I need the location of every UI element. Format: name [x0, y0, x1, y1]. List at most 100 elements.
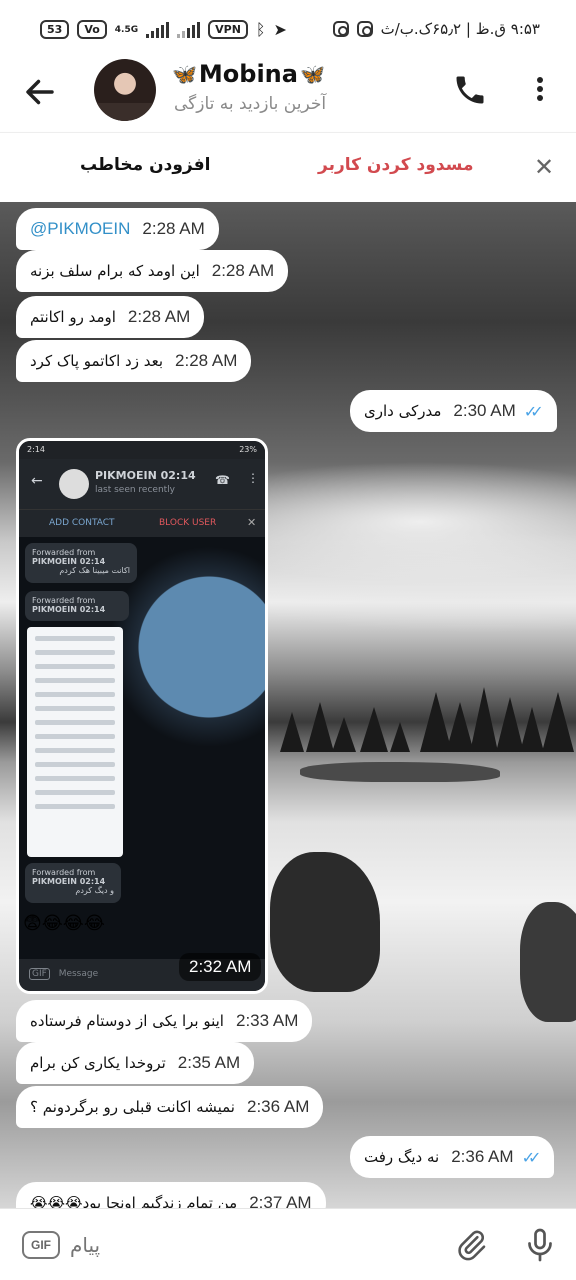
butterfly-icon: 🦋	[172, 62, 197, 86]
message-text: من تمام زندگیم اونجا بود😭😭😭	[30, 1194, 238, 1208]
message-bubble-incoming[interactable]: اینو برا یکی از دوستام فرستاده 2:33 AM	[16, 1000, 313, 1042]
message-bubble-outgoing[interactable]: مدرکی داری 2:30 AM ✓✓	[350, 390, 557, 432]
message-bubble-incoming[interactable]: این اومد که برام سلف بزنه 2:28 AM	[16, 250, 289, 292]
message-text: نمیشه اکانت قبلی رو برگردونم ؟	[30, 1098, 235, 1116]
message-time: 2:33 AM	[235, 1011, 299, 1030]
contact-name[interactable]: 🦋 Mobina 🦋	[172, 60, 325, 88]
message-bubble-incoming[interactable]: نمیشه اکانت قبلی رو برگردونم ؟ 2:36 AM	[16, 1086, 324, 1128]
signal-icon	[146, 21, 170, 38]
message-time: 2:37 AM	[249, 1193, 312, 1208]
message-time: 2:30 AM	[453, 401, 516, 420]
back-arrow-icon[interactable]	[22, 74, 58, 110]
inner-close-icon: ✕	[247, 516, 257, 529]
inner-action-bar: ADD CONTACT BLOCK USER ✕	[19, 509, 265, 537]
more-menu-icon[interactable]	[530, 74, 550, 106]
status-clock: ۹:۵۳ ق.ظ | ۶۵٫۲ک.ب/ث	[380, 20, 540, 38]
inner-phone-icon: ☎	[215, 473, 230, 487]
status-bar: 53 Vo 4.5G VPN ᛒ ➤ ۹:۵۳ ق.ظ | ۶۵٫۲ک.ب/ث	[0, 0, 576, 58]
add-contact-button[interactable]: افزودن مخاطب	[80, 155, 210, 175]
read-checks-icon: ✓✓	[521, 1147, 542, 1167]
message-bubble-incoming[interactable]: بعد زد اکاتمو پاک کرد 2:28 AM	[16, 340, 252, 382]
signal-2-icon	[177, 21, 201, 38]
photo-message[interactable]: 2:14 23% ← PIKMOEIN 02:14 last seen rece…	[16, 438, 268, 994]
microphone-icon[interactable]	[522, 1225, 558, 1265]
message-time: 2:28 AM	[127, 307, 191, 326]
inner-contact-name: PIKMOEIN 02:14	[95, 469, 196, 482]
location-arrow-icon: ➤	[273, 20, 287, 39]
background-rock	[300, 762, 500, 782]
message-time: 2:28 AM	[211, 261, 275, 280]
inner-forwarded-label: Forwarded from	[32, 868, 96, 877]
background-rock	[270, 852, 380, 992]
message-text: تروخدا یکاری کن برام	[30, 1054, 166, 1072]
inner-emoji-row: 😨😂😂😂	[23, 913, 105, 934]
inner-block-user: BLOCK USER	[159, 518, 217, 528]
contact-name-text: Mobina	[198, 60, 298, 88]
gif-button[interactable]: GIF	[22, 1231, 60, 1259]
message-time: 2:28 AM	[175, 351, 238, 370]
message-input-bar: GIF	[0, 1208, 576, 1280]
inner-avatar	[59, 469, 89, 499]
background-rock	[520, 902, 576, 1022]
contact-avatar[interactable]	[94, 59, 156, 121]
inner-nested-screenshot	[27, 627, 123, 857]
message-text: نه دیگ رفت	[364, 1148, 440, 1166]
message-time: 2:35 AM	[177, 1053, 241, 1072]
inner-chat-body: Forwarded from PIKMOEIN 02:14 اکانت میبی…	[19, 537, 265, 965]
inner-forwarded-card: Forwarded from PIKMOEIN 02:14	[25, 591, 129, 621]
message-time: 2:36 AM	[246, 1097, 310, 1116]
message-text: مدرکی داری	[364, 402, 442, 420]
inner-status-time: 2:14	[27, 445, 45, 454]
background-trees	[280, 687, 574, 752]
chat-header: 🦋 Mobina 🦋 آخرین بازدید به تازگی	[0, 58, 576, 132]
message-bubble-incoming[interactable]: من تمام زندگیم اونجا بود😭😭😭 2:37 AM	[16, 1182, 326, 1208]
message-text: اینو برا یکی از دوستام فرستاده	[30, 1012, 224, 1030]
message-input[interactable]	[70, 1227, 370, 1263]
vpn-badge: VPN	[208, 20, 248, 39]
message-bubble-outgoing[interactable]: نه دیگ رفت 2:36 AM ✓✓	[350, 1136, 555, 1178]
inner-status-bar: 2:14 23%	[19, 441, 265, 459]
phone-icon[interactable]	[452, 72, 488, 108]
status-left: 53 Vo 4.5G VPN ᛒ ➤	[40, 20, 287, 39]
inner-forwarded-label: Forwarded from	[32, 596, 96, 605]
butterfly-icon: 🦋	[299, 62, 325, 86]
photo-time: 2:32 AM	[179, 953, 262, 981]
inner-forwarded-card: Forwarded from PIKMOEIN 02:14 و دیگ کردم	[25, 863, 121, 903]
inner-add-contact: ADD CONTACT	[49, 518, 115, 528]
battery-indicator: 53	[40, 20, 70, 39]
message-time: 2:36 AM	[451, 1147, 514, 1166]
inner-back-icon: ←	[31, 473, 43, 489]
attach-paperclip-icon[interactable]	[454, 1227, 488, 1263]
inner-forwarded-text: اکانت میبینا هک کردم	[59, 566, 130, 575]
inner-forwarded-text: و دیگ کردم	[75, 886, 114, 895]
instagram-icon	[332, 21, 349, 37]
inner-header: ← PIKMOEIN 02:14 last seen recently ☎ ⋮	[19, 459, 265, 509]
contact-action-bar: افزودن مخاطب مسدود کردن کاربر ✕	[0, 132, 576, 202]
message-text: این اومد که برام سلف بزنه	[30, 262, 200, 280]
inner-forwarded-card: Forwarded from PIKMOEIN 02:14 اکانت میبی…	[25, 543, 137, 583]
inner-forwarded-label: Forwarded from	[32, 548, 96, 557]
inner-more-icon: ⋮	[247, 471, 259, 485]
message-bubble-incoming[interactable]: تروخدا یکاری کن برام 2:35 AM	[16, 1042, 255, 1084]
volte-icon: Vo	[77, 20, 107, 39]
network-label: 4.5G	[114, 24, 139, 35]
message-time: 2:28 AM	[142, 219, 205, 238]
inner-battery: 23%	[239, 445, 257, 454]
chat-area[interactable]: @PIKMOEIN 2:28 AM این اومد که برام سلف ب…	[0, 202, 576, 1208]
message-bubble-incoming[interactable]: @PIKMOEIN 2:28 AM	[16, 208, 219, 250]
read-checks-icon: ✓✓	[523, 401, 544, 421]
status-right: ۹:۵۳ ق.ظ | ۶۵٫۲ک.ب/ث	[332, 20, 540, 38]
inner-gif-label: GIF	[29, 968, 50, 980]
message-text: بعد زد اکاتمو پاک کرد	[30, 352, 164, 370]
message-bubble-incoming[interactable]: اومد رو اکانتم 2:28 AM	[16, 296, 205, 338]
inner-forwarded-name: PIKMOEIN 02:14	[32, 557, 106, 566]
mention-link[interactable]: @PIKMOEIN	[30, 219, 130, 239]
block-user-button[interactable]: مسدود کردن کاربر	[318, 155, 473, 175]
bluetooth-icon: ᛒ	[255, 20, 266, 39]
inner-last-seen: last seen recently	[95, 485, 176, 495]
inner-forwarded-name: PIKMOEIN 02:14	[32, 605, 106, 614]
inner-input-placeholder: Message	[58, 969, 99, 979]
close-icon[interactable]: ✕	[534, 155, 554, 179]
last-seen-status: آخرین بازدید به تازگی	[174, 94, 327, 114]
message-text: اومد رو اکانتم	[30, 308, 116, 326]
